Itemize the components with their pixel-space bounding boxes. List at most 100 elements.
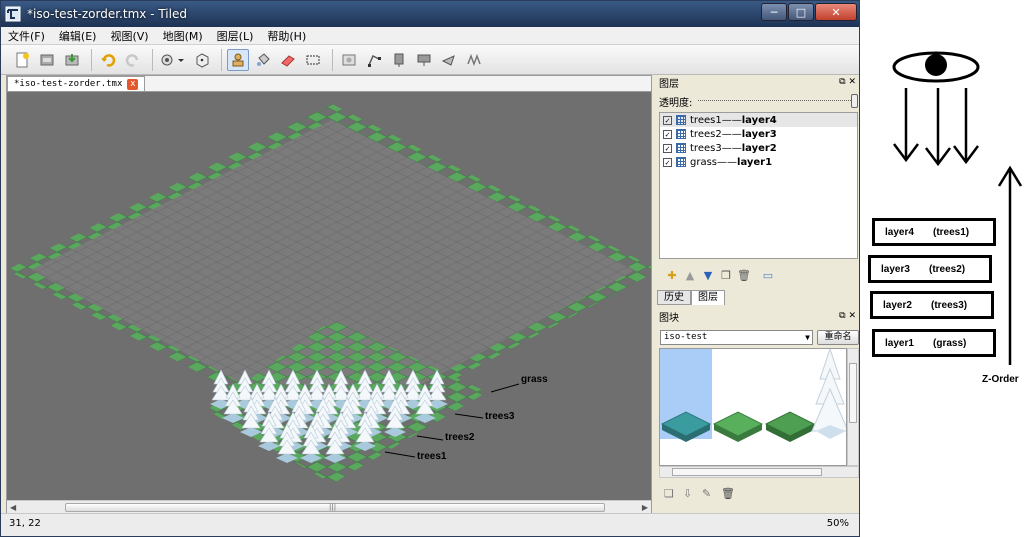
- stamp-brush-icon: [232, 53, 244, 66]
- insert-polygon-button[interactable]: [438, 49, 460, 71]
- isometric-map: [7, 104, 651, 484]
- delete-layer-icon[interactable]: 🗑: [736, 269, 752, 283]
- menu-view[interactable]: 视图(V): [103, 28, 155, 44]
- layer-visible-checkbox[interactable]: ✓: [663, 157, 672, 167]
- close-tab-icon[interactable]: x: [127, 78, 139, 90]
- tile-snowy-tree: [811, 349, 846, 439]
- scrollbar-thumb[interactable]: [672, 468, 822, 476]
- tileset-horizontal-scrollbar[interactable]: [659, 466, 859, 478]
- zorder-box-name: (trees1): [933, 226, 970, 238]
- window-title: *iso-test-zorder.tmx - Tiled: [27, 7, 187, 21]
- map-horizontal-scrollbar[interactable]: ◀ ||| ▶: [7, 500, 651, 513]
- insert-polyline-button[interactable]: [463, 49, 485, 71]
- insert-rect-icon: [394, 53, 404, 67]
- layer-row[interactable]: ✓ trees3 —— layer2: [660, 141, 857, 155]
- zoom-level[interactable]: 50%: [827, 518, 849, 529]
- eraser-button[interactable]: [277, 49, 299, 71]
- edit-tileset-icon[interactable]: ✎: [702, 487, 718, 501]
- opacity-slider-handle[interactable]: [851, 94, 858, 108]
- tileset-view[interactable]: [659, 348, 847, 466]
- layer-dash: ——: [721, 128, 742, 140]
- rename-button[interactable]: 重命名: [817, 330, 859, 345]
- tileset-vertical-scrollbar[interactable]: [847, 348, 859, 466]
- menu-edit[interactable]: 编辑(E): [52, 28, 104, 44]
- dock-float-close-icon[interactable]: ⧉ ✕: [839, 311, 856, 321]
- layer-list: ✓ trees1 —— layer4 ✓ trees2 —— layer3 ✓ …: [659, 112, 858, 259]
- document-tab[interactable]: *iso-test-zorder.tmx x: [7, 76, 146, 91]
- layer-name: grass: [690, 156, 718, 168]
- layer-row[interactable]: ✓ trees2 —— layer3: [660, 127, 857, 141]
- scrollbar-grip-icon: |||: [329, 503, 337, 511]
- layer-visible-checkbox[interactable]: ✓: [663, 143, 672, 153]
- tileset-select-value: iso-test: [664, 332, 708, 342]
- layer-visible-checkbox[interactable]: ✓: [663, 129, 672, 139]
- title-bar[interactable]: *iso-test-zorder.tmx - Tiled ─ □ ✕: [1, 1, 859, 27]
- open-file-button[interactable]: [36, 49, 58, 71]
- dock-float-close-icon[interactable]: ⧉ ✕: [839, 77, 856, 87]
- menu-layer[interactable]: 图层(L): [210, 28, 261, 44]
- layer-properties-icon[interactable]: ▭: [760, 269, 776, 283]
- stamp-brush-button[interactable]: [227, 48, 249, 71]
- insert-image-button[interactable]: [338, 49, 360, 71]
- rect-select-button[interactable]: [302, 49, 324, 71]
- random-mode-button[interactable]: [191, 49, 213, 71]
- menu-map[interactable]: 地图(M): [156, 28, 210, 44]
- maximize-button[interactable]: □: [788, 3, 814, 21]
- tile-layer-icon: [676, 129, 686, 139]
- new-file-button[interactable]: [11, 49, 33, 71]
- tab-layers[interactable]: 图层: [691, 290, 725, 305]
- undo-button[interactable]: [97, 49, 119, 71]
- tab-history[interactable]: 历史: [657, 290, 691, 305]
- layer-name: trees1: [690, 114, 722, 126]
- tile-layer-icon: [676, 143, 686, 153]
- layer-name: trees3: [690, 142, 722, 154]
- zorder-box-name: (trees3): [931, 299, 968, 311]
- tiled-window: *iso-test-zorder.tmx - Tiled ─ □ ✕ 文件(F)…: [0, 0, 860, 537]
- insert-ellipse-button[interactable]: [413, 49, 435, 71]
- move-layer-down-icon[interactable]: ▼: [700, 269, 716, 283]
- save-file-button[interactable]: [61, 49, 83, 71]
- scrollbar-thumb[interactable]: [849, 363, 857, 423]
- toolbar-separator: [221, 48, 222, 71]
- layer-visible-checkbox[interactable]: ✓: [663, 115, 672, 125]
- layer-row[interactable]: ✓ trees1 —— layer4: [660, 113, 857, 127]
- insert-ellipse-icon: [417, 54, 431, 66]
- move-layer-up-icon[interactable]: ▲: [682, 269, 698, 283]
- redo-button[interactable]: [122, 49, 144, 71]
- delete-tileset-icon[interactable]: 🗑: [721, 487, 737, 501]
- layer-row[interactable]: ✓ grass —— layer1: [660, 155, 857, 169]
- toolbar-separator: [332, 48, 333, 71]
- close-button[interactable]: ✕: [815, 3, 857, 21]
- menu-file[interactable]: 文件(F): [1, 28, 52, 44]
- new-tileset-icon[interactable]: ❏: [664, 487, 680, 501]
- tiled-app-icon: [5, 6, 21, 22]
- layer-dash: ——: [721, 142, 742, 154]
- document-tab-label: *iso-test-zorder.tmx: [14, 79, 123, 89]
- zorder-box-layer1: layer1 (grass): [872, 329, 996, 357]
- layer-note: layer1: [737, 156, 773, 168]
- edit-polygon-button[interactable]: [363, 49, 385, 71]
- grass-label: grass: [521, 374, 548, 385]
- duplicate-layer-icon[interactable]: ❐: [718, 269, 734, 283]
- toolbar-separator: [152, 48, 153, 71]
- map-canvas[interactable]: grass trees3 trees2 trees1: [7, 92, 651, 500]
- trees2-label: trees2: [445, 432, 475, 443]
- minimize-button[interactable]: ─: [761, 3, 787, 21]
- bucket-fill-button[interactable]: [252, 49, 274, 71]
- eraser-icon: [281, 54, 295, 67]
- command-button[interactable]: [158, 49, 188, 71]
- opacity-slider[interactable]: [698, 100, 855, 101]
- save-file-icon: [65, 53, 79, 65]
- menu-help[interactable]: 帮助(H): [260, 28, 313, 44]
- tileset-select[interactable]: iso-test ▼: [660, 330, 813, 345]
- scroll-left-icon[interactable]: ◀: [10, 503, 16, 512]
- layer-dash: ——: [717, 156, 738, 168]
- status-bar: 31, 22 50%: [1, 513, 859, 536]
- scroll-right-icon[interactable]: ▶: [642, 503, 648, 512]
- insert-rect-button[interactable]: [388, 49, 410, 71]
- import-tileset-icon[interactable]: ⇩: [683, 487, 699, 501]
- new-layer-icon[interactable]: ✚: [664, 269, 680, 283]
- dock-tabs: 历史 图层: [657, 290, 725, 305]
- tileset-tiles: [660, 349, 846, 442]
- insert-polyline-icon: [467, 53, 481, 66]
